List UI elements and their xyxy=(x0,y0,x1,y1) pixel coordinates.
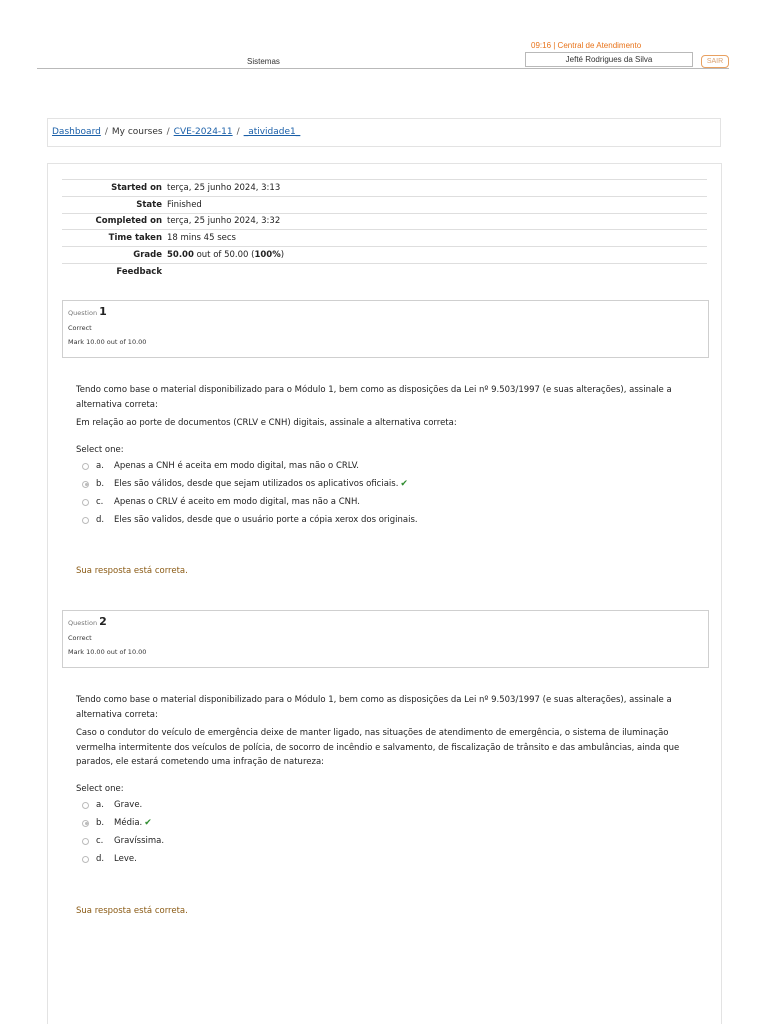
question-status: Correct xyxy=(68,634,92,642)
answer-option-c[interactable]: c. Apenas o CRLV é aceito em modo digita… xyxy=(76,493,696,511)
radio-button[interactable] xyxy=(82,498,89,506)
summary-row-completed: Completed on terça, 25 junho 2024, 3:32 xyxy=(62,213,707,231)
radio-button[interactable] xyxy=(82,462,89,470)
answer-letter: a. xyxy=(96,460,104,471)
question-status: Correct xyxy=(68,324,92,332)
answer-text: Gravíssima. xyxy=(114,835,165,846)
select-one-label: Select one: xyxy=(76,783,124,794)
breadcrumb-separator: / xyxy=(236,127,240,137)
top-header: 09:16 | Central de Atendimento Sistemas … xyxy=(0,0,768,80)
summary-label: Completed on xyxy=(62,213,167,231)
radio-button[interactable] xyxy=(82,837,89,845)
summary-value: 18 mins 45 secs xyxy=(167,229,707,248)
check-icon: ✔ xyxy=(400,478,408,489)
header-divider xyxy=(37,68,729,69)
question-info-2: Question 2 Correct Mark 10.00 out of 10.… xyxy=(62,610,709,668)
breadcrumb-dashboard-link[interactable]: Dashboard xyxy=(52,127,101,137)
question-info-1: Question 1 Correct Mark 10.00 out of 10.… xyxy=(62,300,709,358)
answer-list: a. Apenas a CNH é aceita em modo digital… xyxy=(76,457,696,529)
radio-button[interactable] xyxy=(82,855,89,863)
radio-button-checked[interactable] xyxy=(82,819,89,827)
summary-row-feedback: Feedback xyxy=(62,263,707,280)
question-content-2: Tendo como base o material disponibiliza… xyxy=(76,693,696,868)
answer-text: Apenas a CNH é aceita em modo digital, m… xyxy=(114,460,360,471)
breadcrumb-separator: / xyxy=(166,127,170,137)
question-text: Caso o condutor do veículo de emergência… xyxy=(76,728,680,767)
answer-text: Grave. xyxy=(114,799,143,810)
breadcrumb-activity-link[interactable]: _atividade1_ xyxy=(244,127,301,137)
summary-label: State xyxy=(62,196,167,214)
summary-row-time: Time taken 18 mins 45 secs xyxy=(62,229,707,248)
question-content-1: Tendo como base o material disponibiliza… xyxy=(76,383,696,529)
answer-letter: d. xyxy=(96,853,105,864)
select-one-label: Select one: xyxy=(76,444,124,455)
summary-label: Time taken xyxy=(62,229,167,248)
question-feedback-1: Sua resposta está correta. xyxy=(76,566,188,576)
grade-close: ) xyxy=(280,250,285,261)
question-text: Em relação ao porte de documentos (CRLV … xyxy=(76,418,457,428)
summary-value: Finished xyxy=(167,196,707,214)
summary-value xyxy=(167,263,707,280)
answer-option-a[interactable]: a. Grave. xyxy=(76,796,696,814)
question-feedback-2: Sua resposta está correta. xyxy=(76,906,188,916)
summary-value: terça, 25 junho 2024, 3:32 xyxy=(167,213,707,231)
grade-rest: out of 50.00 ( xyxy=(193,250,255,261)
clock-status: 09:16 | Central de Atendimento xyxy=(531,41,642,50)
summary-row-started: Started on terça, 25 junho 2024, 3:13 xyxy=(62,179,707,197)
answer-text: Eles são válidos, desde que sejam utiliz… xyxy=(114,478,399,489)
answer-letter: d. xyxy=(96,514,105,525)
breadcrumb-course-link[interactable]: CVE-2024-11 xyxy=(174,127,233,137)
answer-option-d[interactable]: d. Eles são validos, desde que o usuário… xyxy=(76,511,696,529)
radio-button[interactable] xyxy=(82,801,89,809)
answer-text: Apenas o CRLV é aceito em modo digital, … xyxy=(114,496,360,507)
answer-letter: c. xyxy=(96,496,104,507)
answer-text: Leve. xyxy=(114,853,137,864)
summary-label: Started on xyxy=(62,179,167,197)
radio-button-checked[interactable] xyxy=(82,480,89,488)
question-label: Question xyxy=(68,619,98,627)
answer-letter: b. xyxy=(96,478,105,489)
question-intro: Tendo como base o material disponibiliza… xyxy=(76,695,672,720)
grade-percent: 100% xyxy=(254,250,281,261)
main-region xyxy=(47,163,722,1024)
question-number: 1 xyxy=(99,305,107,318)
question-mark: Mark 10.00 out of 10.00 xyxy=(68,338,147,346)
breadcrumb-separator: / xyxy=(104,127,108,137)
answer-text: Eles são validos, desde que o usuário po… xyxy=(114,514,418,525)
answer-list: a. Grave. b. Média. ✔ c. Gravíssima. d. … xyxy=(76,796,696,868)
summary-row-grade: Grade 50.00 out of 50.00 (100%) xyxy=(62,246,707,264)
answer-option-c[interactable]: c. Gravíssima. xyxy=(76,832,696,850)
summary-label: Grade xyxy=(62,246,167,264)
grade-score: 50.00 xyxy=(167,250,194,261)
sistemas-menu[interactable]: Sistemas xyxy=(247,57,280,66)
summary-value: 50.00 out of 50.00 (100%) xyxy=(167,246,707,264)
user-name-box: Jefté Rodrigues da Silva xyxy=(525,52,693,67)
radio-button[interactable] xyxy=(82,516,89,524)
answer-option-a[interactable]: a. Apenas a CNH é aceita em modo digital… xyxy=(76,457,696,475)
summary-row-state: State Finished xyxy=(62,196,707,214)
answer-letter: c. xyxy=(96,835,104,846)
summary-label: Feedback xyxy=(116,267,162,278)
summary-value: terça, 25 junho 2024, 3:13 xyxy=(167,179,707,197)
answer-letter: a. xyxy=(96,799,104,810)
question-intro: Tendo como base o material disponibiliza… xyxy=(76,385,672,410)
answer-text: Média. xyxy=(114,817,143,828)
question-mark: Mark 10.00 out of 10.00 xyxy=(68,648,147,656)
breadcrumb: Dashboard / My courses / CVE-2024-11/_ativid… xyxy=(47,118,721,147)
check-icon: ✔ xyxy=(144,817,152,828)
answer-option-d[interactable]: d. Leve. xyxy=(76,850,696,868)
breadcrumb-my-courses: My courses xyxy=(111,127,163,137)
quiz-summary-table: Started on terça, 25 junho 2024, 3:13 St… xyxy=(62,179,707,280)
logout-button[interactable]: SAIR xyxy=(701,55,729,68)
answer-letter: b. xyxy=(96,817,105,828)
answer-option-b[interactable]: b. Eles são válidos, desde que sejam uti… xyxy=(76,475,696,493)
answer-option-b[interactable]: b. Média. ✔ xyxy=(76,814,696,832)
question-label: Question xyxy=(68,309,98,317)
question-number: 2 xyxy=(99,615,107,628)
